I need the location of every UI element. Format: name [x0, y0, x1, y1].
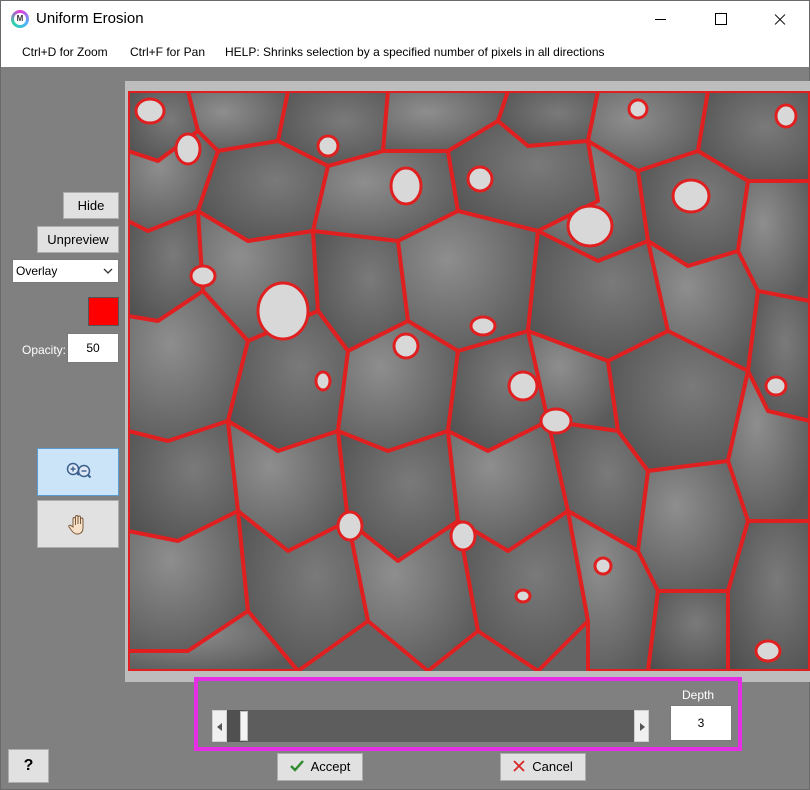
- overlay-mode-select[interactable]: Overlay: [12, 259, 119, 283]
- app-logo-icon: M: [11, 10, 29, 28]
- cancel-button[interactable]: Cancel: [500, 753, 586, 781]
- hint-bar: Ctrl+D for Zoom Ctrl+F for Pan HELP: Shr…: [1, 39, 809, 65]
- client-area: Hide Unpreview Overlay Opacity: 50 Depth…: [1, 67, 810, 789]
- depth-input[interactable]: 3: [670, 705, 732, 741]
- opacity-label: Opacity:: [22, 343, 67, 357]
- slider-right-arrow[interactable]: [634, 710, 649, 742]
- accept-button[interactable]: Accept: [277, 753, 363, 781]
- help-text: HELP: Shrinks selection by a specified n…: [225, 45, 605, 59]
- minimize-icon[interactable]: [637, 1, 683, 37]
- hide-button[interactable]: Hide: [63, 192, 119, 219]
- uniform-erosion-window: M Uniform Erosion Ctrl+D for Zoom Ctrl+F…: [0, 0, 810, 790]
- title-bar[interactable]: M Uniform Erosion: [1, 1, 809, 37]
- depth-panel: Depth 3: [194, 677, 742, 751]
- checkmark-icon: [289, 755, 304, 781]
- close-icon[interactable]: [757, 1, 803, 37]
- opacity-input[interactable]: 50: [67, 333, 119, 363]
- slider-thumb[interactable]: [240, 711, 248, 741]
- slider-left-arrow[interactable]: [212, 710, 227, 742]
- chevron-down-icon: [103, 264, 113, 278]
- pan-hand-icon: [68, 514, 84, 535]
- depth-label: Depth: [682, 688, 715, 702]
- unpreview-button[interactable]: Unpreview: [37, 226, 119, 253]
- preview-image[interactable]: [128, 91, 810, 671]
- depth-slider[interactable]: [212, 710, 649, 742]
- chevron-right-icon: [640, 723, 645, 731]
- zoom-tool-button[interactable]: [37, 448, 119, 496]
- overlay-color-swatch[interactable]: [88, 297, 119, 326]
- maximize-icon[interactable]: [697, 1, 743, 37]
- pan-tool-button[interactable]: [37, 500, 119, 548]
- accept-label: Accept: [310, 759, 351, 774]
- cancel-label: Cancel: [532, 759, 573, 774]
- pan-hint: Ctrl+F for Pan: [130, 45, 206, 59]
- x-icon: [513, 755, 525, 781]
- help-button[interactable]: ?: [8, 749, 49, 783]
- zoom-hint: Ctrl+D for Zoom: [22, 45, 108, 59]
- image-frame: [125, 81, 810, 682]
- chevron-left-icon: [217, 723, 222, 731]
- window-title: Uniform Erosion: [36, 10, 144, 27]
- overlay-mode-value: Overlay: [16, 264, 58, 278]
- zoom-icon: [66, 462, 92, 479]
- micrograph-image: [128, 91, 810, 671]
